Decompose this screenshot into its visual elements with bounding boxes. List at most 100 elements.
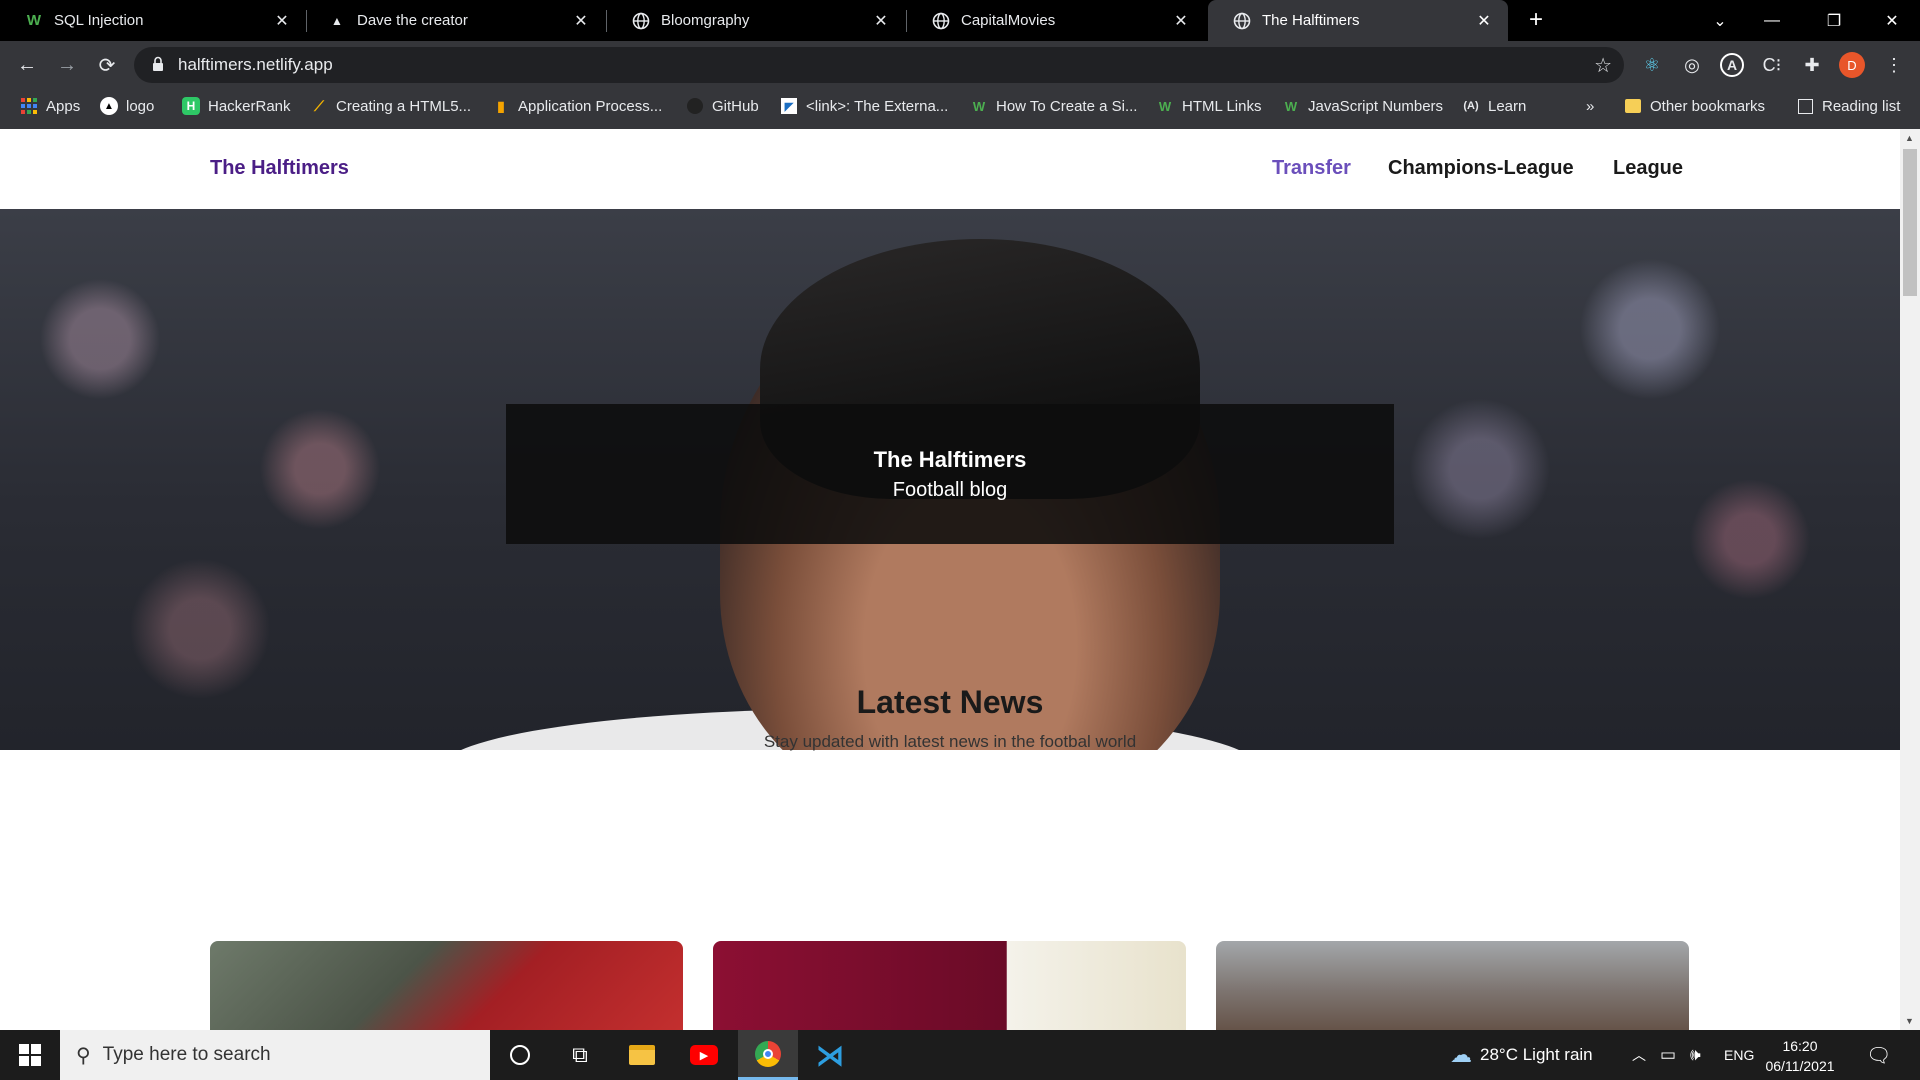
folder-icon (1624, 97, 1642, 115)
bookmark-icon: ▮ (497, 97, 505, 114)
rain-cloud-icon: ☁ (1450, 1042, 1472, 1067)
notifications-icon[interactable]: 🗨 (1866, 1030, 1891, 1080)
close-icon[interactable]: ✕ (869, 11, 893, 31)
minimize-button[interactable]: — (1746, 0, 1798, 41)
bookmark-html-links[interactable]: W HTML Links (1156, 89, 1262, 123)
search-icon: ⚲ (76, 1044, 91, 1067)
profile-avatar[interactable]: D (1838, 51, 1866, 79)
tab-dave-the-creator[interactable]: ▲ Dave the creator ✕ (307, 0, 605, 41)
windows-start-button[interactable] (0, 1030, 60, 1080)
back-button[interactable]: ← (11, 49, 43, 81)
youtube-icon[interactable]: ▶ (674, 1030, 734, 1080)
restore-button[interactable]: ❐ (1808, 0, 1860, 41)
bookmark-label: GitHub (712, 97, 759, 115)
bookmark-other-bookmarks[interactable]: Other bookmarks (1624, 89, 1765, 123)
mdn-icon: ◤ (780, 97, 798, 115)
tab-the-halftimers[interactable]: The Halftimers ✕ (1208, 0, 1508, 41)
nav-link-champions-league[interactable]: Champions-League (1388, 157, 1574, 180)
bookmark-javascript-numbers[interactable]: W JavaScript Numbers (1282, 89, 1443, 123)
battery-icon[interactable]: ▭ (1660, 1030, 1676, 1080)
language-indicator[interactable]: ENG (1724, 1030, 1754, 1080)
news-card-image[interactable] (210, 941, 683, 1030)
bookmark-apps[interactable]: Apps (20, 89, 80, 123)
vscode-icon[interactable]: ⋊ (800, 1030, 860, 1080)
weather-widget[interactable]: ☁ 28°C Light rain (1450, 1030, 1593, 1080)
scrollbar-thumb[interactable] (1903, 149, 1917, 296)
bookmarks-overflow-button[interactable]: » (1586, 89, 1594, 123)
address-bar[interactable]: halftimers.netlify.app ☆ (134, 47, 1624, 83)
chrome-icon[interactable] (738, 1030, 798, 1080)
hero-title: The Halftimers (873, 446, 1027, 472)
volume-icon[interactable]: 🕪 (1690, 1030, 1701, 1080)
bookmark-hackerrank[interactable]: H HackerRank (182, 89, 291, 123)
bookmark-learn[interactable]: (A) Learn (1462, 89, 1526, 123)
triangle-icon: ▲ (331, 13, 343, 28)
nav-link-transfer[interactable]: Transfer (1272, 157, 1351, 180)
taskbar-clock[interactable]: 16:20 06/11/2021 (1760, 1036, 1840, 1076)
url-text: halftimers.netlify.app (178, 55, 333, 74)
close-icon[interactable]: ✕ (1169, 11, 1193, 31)
tab-bloomgraphy[interactable]: Bloomgraphy ✕ (607, 0, 905, 41)
cortana-icon[interactable] (490, 1030, 550, 1080)
file-explorer-icon[interactable] (612, 1030, 672, 1080)
bookmark-label: <link>: The Externa... (806, 97, 949, 115)
w3schools-icon: W (1284, 98, 1298, 114)
bookmark-application-process[interactable]: ▮ Application Process... (492, 89, 662, 123)
chevron-double-right-icon: » (1586, 97, 1595, 115)
latest-news-subheading: Stay updated with latest news in the foo… (763, 732, 1137, 751)
new-tab-button[interactable]: + (1520, 5, 1552, 37)
bookmark-link-external[interactable]: ◤ <link>: The Externa... (780, 89, 948, 123)
w3schools-icon: W (972, 98, 986, 114)
news-card-image[interactable] (713, 941, 1186, 1030)
weather-text: 28°C Light rain (1480, 1045, 1593, 1064)
bookmark-github[interactable]: GitHub (686, 89, 759, 123)
bookmark-logo[interactable]: ▲ logo (100, 89, 154, 123)
close-window-button[interactable]: ✕ (1866, 0, 1918, 41)
tab-search-icon[interactable]: ⌄ (1694, 0, 1746, 41)
tab-sql-injection[interactable]: W SQL Injection ✕ (0, 0, 306, 41)
reload-button[interactable]: ⟳ (91, 49, 123, 81)
github-icon (686, 97, 704, 115)
page-scrollbar[interactable]: ▲ ▼ (1900, 129, 1920, 1030)
web-page: The Halftimers Transfer Champions-League… (0, 129, 1900, 1030)
extensions-puzzle-icon[interactable]: ✚ (1798, 51, 1826, 79)
target-extension-icon[interactable]: ◎ (1678, 51, 1706, 79)
bookmark-how-to-create[interactable]: W How To Create a Si... (970, 89, 1138, 123)
taskbar-search-box[interactable]: ⚲ Type here to search (60, 1030, 490, 1080)
latest-news-heading: Latest News (856, 684, 1044, 720)
hero-subtitle: Football blog (892, 478, 1008, 501)
close-icon[interactable]: ✕ (1472, 11, 1496, 31)
close-icon[interactable]: ✕ (569, 11, 593, 31)
close-icon[interactable]: ✕ (270, 11, 294, 31)
hero-caption-box: The Halftimers Football blog (506, 404, 1394, 544)
bookmark-label: HackerRank (208, 97, 291, 115)
site-navbar: The Halftimers Transfer Champions-League… (0, 129, 1900, 209)
globe-icon (931, 11, 951, 31)
lock-icon (152, 56, 164, 77)
scroll-up-arrow-icon[interactable]: ▲ (1905, 133, 1914, 143)
bookmark-label: Creating a HTML5... (336, 97, 472, 115)
clock-date: 06/11/2021 (1765, 1058, 1835, 1074)
forward-button[interactable]: → (51, 49, 83, 81)
reading-list-icon (1796, 97, 1814, 115)
apps-grid-icon (20, 97, 38, 115)
site-brand-logo[interactable]: The Halftimers (210, 157, 349, 180)
bookmark-creating-html5[interactable]: ⟋ Creating a HTML5... (310, 89, 471, 123)
task-view-icon[interactable]: ⧉ (550, 1030, 610, 1080)
tab-title: The Halftimers (1262, 12, 1360, 29)
angular-icon: (A) (1463, 100, 1479, 112)
news-card-image[interactable] (1216, 941, 1689, 1030)
windows-taskbar: ⚲ Type here to search ⧉ ▶ ⋊ ☁ 28°C Light… (0, 1030, 1920, 1080)
a-extension-icon[interactable]: A (1718, 51, 1746, 79)
bookmark-label: JavaScript Numbers (1308, 97, 1444, 115)
nav-link-league[interactable]: League (1613, 157, 1683, 180)
css-extension-icon[interactable]: C⁝ (1758, 51, 1786, 79)
bookmark-reading-list[interactable]: Reading list (1796, 89, 1900, 123)
scroll-down-arrow-icon[interactable]: ▼ (1905, 1016, 1914, 1026)
react-devtools-icon[interactable]: ⚛ (1638, 51, 1666, 79)
show-hidden-icons-chevron-icon[interactable]: ︿ (1632, 1030, 1646, 1080)
windows-logo-icon (19, 1044, 41, 1066)
tab-capitalmovies[interactable]: CapitalMovies ✕ (907, 0, 1205, 41)
menu-kebab-icon[interactable]: ⋮ (1880, 51, 1908, 79)
bookmark-star-icon[interactable]: ☆ (1594, 53, 1612, 78)
